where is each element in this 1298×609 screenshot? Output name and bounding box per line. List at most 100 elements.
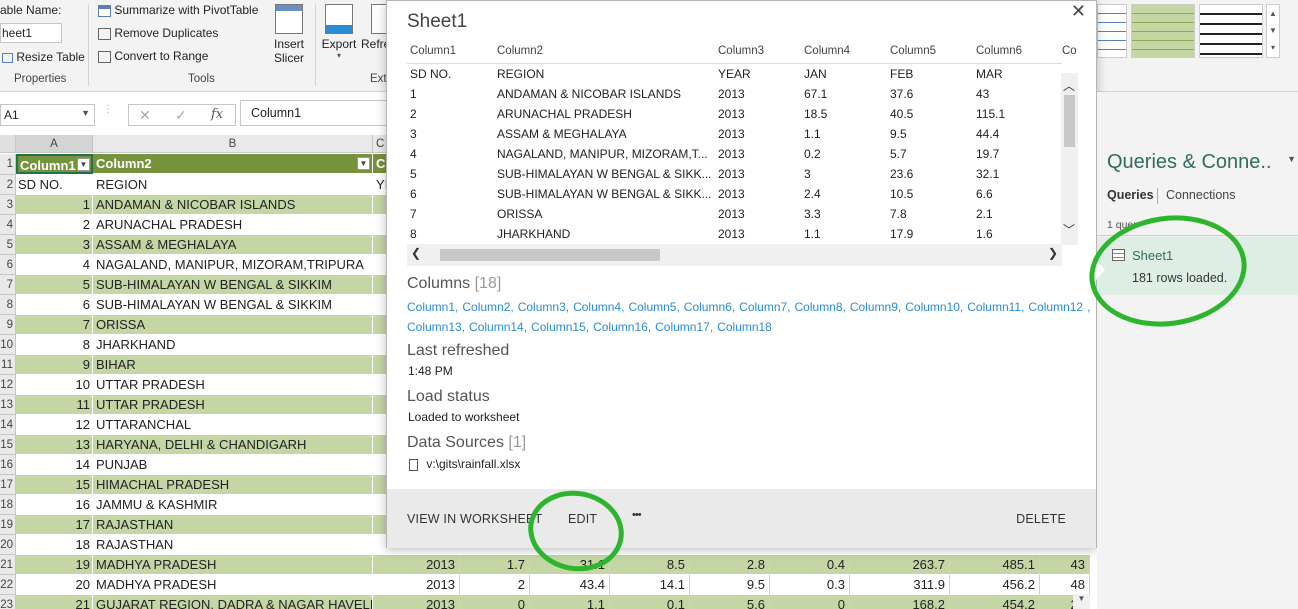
- chevron-right-icon[interactable]: ❯: [1048, 246, 1058, 260]
- cell-sd-no[interactable]: 18: [16, 535, 93, 555]
- select-all-corner[interactable]: [0, 135, 16, 153]
- cell-value[interactable]: 0: [460, 595, 530, 609]
- cell[interactable]: SD NO.: [16, 175, 93, 195]
- row-header[interactable]: 19: [0, 515, 16, 535]
- cell-value[interactable]: 2: [460, 575, 530, 595]
- chevron-down-icon[interactable]: ▼: [81, 108, 90, 118]
- row-header[interactable]: 5: [0, 235, 16, 255]
- cell-region[interactable]: HIMACHAL PRADESH: [93, 475, 373, 495]
- col-header-a[interactable]: A: [16, 135, 93, 153]
- row-header[interactable]: 21: [0, 555, 16, 575]
- view-in-worksheet-button[interactable]: VIEW IN WORKSHEET: [407, 512, 542, 526]
- row-header[interactable]: 22: [0, 575, 16, 595]
- cell-region[interactable]: PUNJAB: [93, 455, 373, 475]
- filter-dropdown-icon[interactable]: ▼: [357, 157, 370, 170]
- cell-region[interactable]: UTTAR PRADESH: [93, 375, 373, 395]
- column-link[interactable]: Column15,: [531, 320, 589, 334]
- scroll-thumb[interactable]: [1064, 95, 1075, 147]
- cell-value[interactable]: 311.9: [850, 575, 950, 595]
- column-link[interactable]: Column17,: [655, 320, 713, 334]
- cell-sd-no[interactable]: 4: [16, 255, 93, 275]
- row-header[interactable]: 16: [0, 455, 16, 475]
- column-link[interactable]: Column14,: [469, 320, 527, 334]
- enter-icon[interactable]: ✓: [175, 107, 187, 124]
- cell[interactable]: REGION: [93, 175, 373, 195]
- row-header[interactable]: 7: [0, 275, 16, 295]
- name-box[interactable]: A1 ▼: [0, 104, 95, 126]
- row-header[interactable]: 15: [0, 435, 16, 455]
- preview-column-header[interactable]: Column4: [804, 45, 850, 57]
- row-header[interactable]: 17: [0, 475, 16, 495]
- cell-value[interactable]: 2.8: [690, 555, 770, 575]
- remove-duplicates-button[interactable]: Remove Duplicates: [98, 26, 218, 42]
- insert-slicer-button[interactable]: Insert Slicer: [268, 2, 310, 68]
- cell-sd-no[interactable]: 21: [16, 595, 93, 609]
- cell-sd-no[interactable]: 9: [16, 355, 93, 375]
- column-link[interactable]: Column2,: [462, 300, 513, 314]
- row-header[interactable]: 1: [0, 154, 16, 175]
- preview-column-header[interactable]: Column2: [497, 45, 543, 57]
- more-options-icon[interactable]: •••: [632, 509, 642, 521]
- cell-value[interactable]: 0.4: [770, 555, 850, 575]
- filter-dropdown-icon[interactable]: ▼: [77, 158, 90, 171]
- cell-region[interactable]: BIHAR: [93, 355, 373, 375]
- scroll-thumb[interactable]: [440, 249, 660, 261]
- cell-region[interactable]: MADHYA PRADESH: [93, 555, 373, 575]
- cell-value[interactable]: 454.2: [950, 595, 1040, 609]
- cell-region[interactable]: GUJARAT REGION, DADRA & NAGAR HAVELI: [93, 595, 373, 609]
- cell-value[interactable]: 8.5: [610, 555, 690, 575]
- cell-value[interactable]: 2013: [373, 555, 460, 575]
- row-header[interactable]: 4: [0, 215, 16, 235]
- cell-sd-no[interactable]: 8: [16, 335, 93, 355]
- chevron-left-icon[interactable]: ❮: [411, 246, 421, 260]
- row-header[interactable]: 20: [0, 535, 16, 555]
- cell-value[interactable]: 168.2: [850, 595, 950, 609]
- cell-region[interactable]: RAJASTHAN: [93, 535, 373, 555]
- cell-region[interactable]: HARYANA, DELHI & CHANDIGARH: [93, 435, 373, 455]
- cell-sd-no[interactable]: 1: [16, 195, 93, 215]
- column-link[interactable]: Column9,: [850, 300, 901, 314]
- cell-sd-no[interactable]: 7: [16, 315, 93, 335]
- cell-value[interactable]: 14.1: [610, 575, 690, 595]
- cell-sd-no[interactable]: 19: [16, 555, 93, 575]
- cell-sd-no[interactable]: 11: [16, 395, 93, 415]
- row-header[interactable]: 18: [0, 495, 16, 515]
- convert-to-range-button[interactable]: Convert to Range: [98, 49, 208, 65]
- cell-region[interactable]: ASSAM & MEGHALAYA: [93, 235, 373, 255]
- cell-region[interactable]: ORISSA: [93, 315, 373, 335]
- export-button[interactable]: Export ▾: [320, 2, 358, 68]
- chevron-down-icon[interactable]: ﹀: [1063, 221, 1075, 238]
- cell-region[interactable]: UTTARANCHAL: [93, 415, 373, 435]
- cell-region[interactable]: MADHYA PRADESH: [93, 575, 373, 595]
- cell-region[interactable]: ARUNACHAL PRADESH: [93, 215, 373, 235]
- row-header[interactable]: 3: [0, 195, 16, 215]
- cell-value[interactable]: 0.3: [770, 575, 850, 595]
- column-link[interactable]: Column5,: [628, 300, 679, 314]
- column-link[interactable]: Column16,: [593, 320, 651, 334]
- col-header-b[interactable]: B: [93, 135, 373, 153]
- cell-region[interactable]: SUB-HIMALAYAN W BENGAL & SIKKIM: [93, 275, 373, 295]
- delete-button[interactable]: DELETE: [1016, 512, 1066, 526]
- cell-value[interactable]: 2013: [373, 575, 460, 595]
- cell-sd-no[interactable]: 2: [16, 215, 93, 235]
- row-header[interactable]: 10: [0, 335, 16, 355]
- row-header[interactable]: 13: [0, 395, 16, 415]
- cell-value[interactable]: 43.4: [530, 575, 610, 595]
- cell-value[interactable]: 48: [1040, 575, 1090, 595]
- column-link[interactable]: Column11,: [967, 300, 1024, 314]
- tab-connections[interactable]: Connections: [1166, 188, 1236, 202]
- cell-region[interactable]: ANDAMAN & NICOBAR ISLANDS: [93, 195, 373, 215]
- table-name-input[interactable]: heet1: [0, 23, 62, 43]
- cell-sd-no[interactable]: 5: [16, 275, 93, 295]
- refresh-button[interactable]: Refre: [361, 2, 387, 68]
- cell-value[interactable]: 0.1: [610, 595, 690, 609]
- cell-sd-no[interactable]: 15: [16, 475, 93, 495]
- column-link[interactable]: Column10,: [905, 300, 963, 314]
- horizontal-scrollbar[interactable]: ❮ ❯: [407, 244, 1062, 266]
- cell-sd-no[interactable]: 17: [16, 515, 93, 535]
- data-source-item[interactable]: v:\gits\rainfall.xlsx: [409, 457, 520, 473]
- cell-sd-no[interactable]: 6: [16, 295, 93, 315]
- row-header[interactable]: 2: [0, 175, 16, 195]
- cell-value[interactable]: 456.2: [950, 575, 1040, 595]
- row-header[interactable]: 6: [0, 255, 16, 275]
